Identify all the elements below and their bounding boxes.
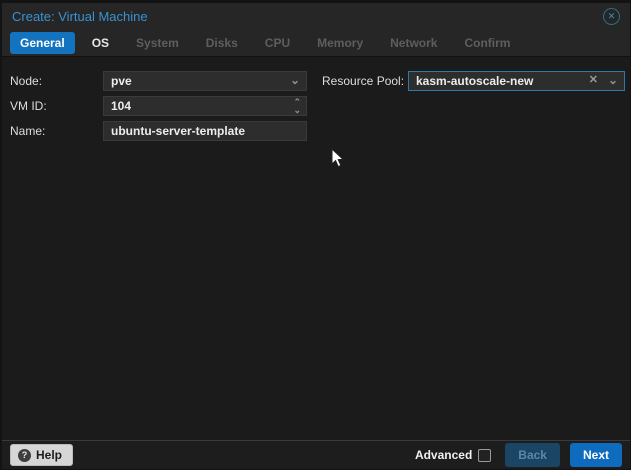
- name-label: Name:: [10, 121, 45, 141]
- vmid-label: VM ID:: [10, 96, 47, 116]
- close-icon[interactable]: ✕: [603, 8, 620, 25]
- node-combobox[interactable]: pve ⌄: [103, 71, 307, 91]
- vmid-value: 104: [111, 99, 131, 113]
- tab-network: Network: [380, 32, 447, 54]
- question-circle-icon: ?: [18, 449, 31, 462]
- node-value: pve: [111, 74, 132, 88]
- clear-x-icon[interactable]: ✕: [589, 72, 598, 90]
- general-tab-panel: Node: pve ⌄ VM ID: 104 ⌃ ⌄ Name: ubuntu-…: [2, 57, 630, 440]
- tab-system: System: [126, 32, 189, 54]
- name-value: ubuntu-server-template: [111, 124, 245, 138]
- tab-general[interactable]: General: [10, 32, 75, 54]
- resource-pool-combobox[interactable]: kasm-autoscale-new ✕ ⌄: [408, 71, 625, 91]
- tab-disks: Disks: [196, 32, 248, 54]
- node-label: Node:: [10, 71, 42, 91]
- dialog-footer: ? Help Advanced Back Next: [2, 440, 630, 469]
- resource-pool-value: kasm-autoscale-new: [416, 74, 533, 88]
- chevron-down-icon[interactable]: ⌄: [608, 72, 618, 90]
- dialog-title: Create: Virtual Machine: [12, 9, 603, 24]
- help-button-label: Help: [36, 448, 62, 462]
- spinner-up-down-icon[interactable]: ⌃ ⌄: [293, 98, 301, 114]
- name-input[interactable]: ubuntu-server-template: [103, 121, 307, 141]
- back-button[interactable]: Back: [505, 443, 560, 467]
- resource-pool-label: Resource Pool:: [322, 71, 404, 91]
- tab-memory: Memory: [307, 32, 373, 54]
- chevron-down-icon[interactable]: ⌄: [290, 72, 300, 90]
- wizard-tabbar: General OS System Disks CPU Memory Netwo…: [2, 30, 630, 57]
- dialog-titlebar: Create: Virtual Machine ✕: [2, 3, 630, 30]
- tab-confirm: Confirm: [454, 32, 520, 54]
- tab-os[interactable]: OS: [82, 32, 119, 54]
- help-button[interactable]: ? Help: [10, 444, 73, 466]
- next-button[interactable]: Next: [570, 443, 622, 467]
- advanced-label: Advanced: [415, 448, 472, 462]
- chevron-down-icon[interactable]: ⌄: [293, 106, 301, 114]
- tab-cpu: CPU: [255, 32, 300, 54]
- advanced-checkbox[interactable]: [478, 449, 491, 462]
- vmid-spinner[interactable]: 104 ⌃ ⌄: [103, 96, 307, 116]
- mouse-cursor: [331, 148, 345, 168]
- create-vm-dialog: Create: Virtual Machine ✕ General OS Sys…: [2, 3, 630, 469]
